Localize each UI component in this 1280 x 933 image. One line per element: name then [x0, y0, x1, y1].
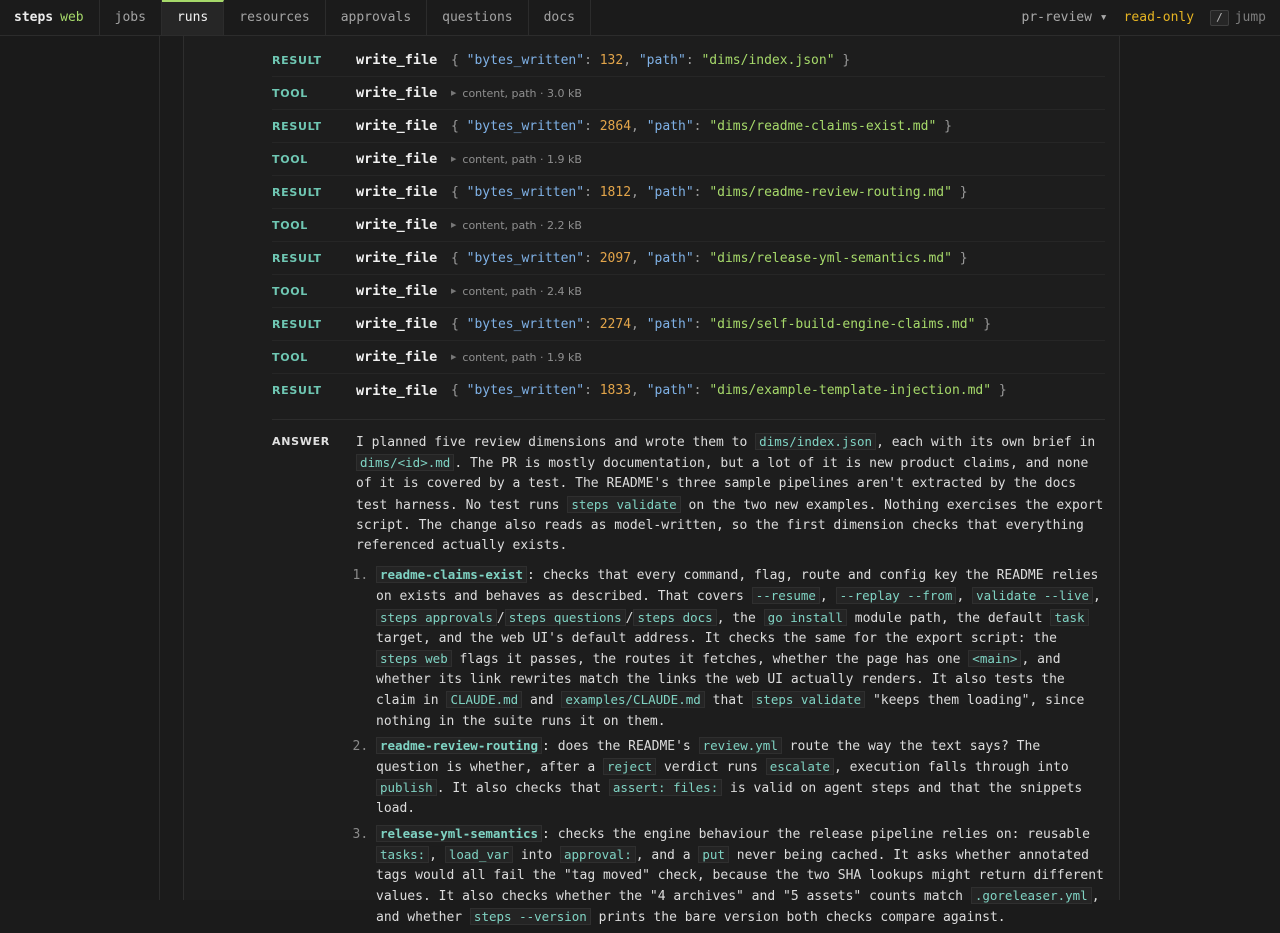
expand-triangle-icon[interactable]: ▶ [451, 353, 456, 361]
answer-block: ANSWER I planned five review dimensions … [272, 419, 1105, 933]
list-item: release-yml-semantics: checks the engine… [376, 824, 1105, 929]
result-json: { "bytes_written": 2864, "path": "dims/r… [451, 118, 952, 134]
brand-name: steps [14, 10, 54, 25]
tool-label: TOOL [272, 284, 309, 298]
top-nav-bar: steps web jobs runs resources approvals … [0, 0, 1280, 36]
result-label: RESULT [272, 384, 322, 397]
result-row: RESULT write_file { "bytes_written": 286… [272, 110, 1105, 143]
expand-triangle-icon[interactable]: ▶ [451, 287, 456, 295]
result-label: RESULT [272, 119, 322, 133]
dimension-list: readme-claims-exist: checks that every c… [356, 565, 1105, 928]
answer-label: ANSWER [272, 435, 330, 448]
expand-triangle-icon[interactable]: ▶ [451, 89, 456, 97]
function-name: write_file [356, 184, 438, 200]
function-name: write_file [356, 118, 438, 134]
function-name: write_file [356, 52, 438, 68]
result-row: RESULT write_file { "bytes_written": 183… [272, 374, 1105, 407]
tool-label: TOOL [272, 350, 309, 364]
result-label: RESULT [272, 185, 322, 199]
result-json: { "bytes_written": 2097, "path": "dims/r… [451, 250, 968, 266]
result-label: RESULT [272, 317, 322, 331]
tool-row[interactable]: TOOL write_file ▶ content, path · 1.9 kB [272, 143, 1105, 176]
list-item: readme-review-routing: does the README's… [376, 736, 1105, 820]
result-row: RESULT write_file { "bytes_written": 132… [272, 44, 1105, 77]
tab-approvals[interactable]: approvals [326, 0, 428, 35]
tool-label: TOOL [272, 86, 309, 100]
tool-row[interactable]: TOOL write_file ▶ content, path · 1.9 kB [272, 341, 1105, 374]
left-gutter [0, 36, 160, 900]
tab-jobs[interactable]: jobs [100, 0, 162, 35]
args-summary[interactable]: ▶ content, path · 2.4 kB [451, 285, 582, 298]
function-name: write_file [356, 283, 438, 299]
jump-shortcut-key: / [1210, 9, 1229, 26]
tab-questions[interactable]: questions [427, 0, 529, 35]
args-summary[interactable]: ▶ content, path · 2.2 kB [451, 219, 582, 232]
tool-call-list: RESULT write_file { "bytes_written": 132… [272, 44, 1105, 407]
result-json: { "bytes_written": 132, "path": "dims/in… [451, 52, 851, 68]
jump-button[interactable]: / jump [1210, 9, 1266, 26]
function-name: write_file [356, 382, 438, 399]
args-summary[interactable]: ▶ content, path · 1.9 kB [451, 351, 582, 364]
result-label: RESULT [272, 53, 322, 67]
args-summary[interactable]: ▶ content, path · 3.0 kB [451, 87, 582, 100]
result-row: RESULT write_file { "bytes_written": 181… [272, 176, 1105, 209]
project-selector[interactable]: pr-review ▾ [1022, 10, 1108, 25]
tool-row[interactable]: TOOL write_file ▶ content, path · 3.0 kB [272, 77, 1105, 110]
expand-triangle-icon[interactable]: ▶ [451, 155, 456, 163]
expand-triangle-icon[interactable]: ▶ [451, 221, 456, 229]
tool-row[interactable]: TOOL write_file ▶ content, path · 2.4 kB [272, 275, 1105, 308]
list-item: readme-claims-exist: checks that every c… [376, 565, 1105, 732]
result-json: { "bytes_written": 1812, "path": "dims/r… [451, 184, 968, 200]
brand-sub: web [60, 10, 84, 25]
args-summary[interactable]: ▶ content, path · 1.9 kB [451, 153, 582, 166]
tool-row[interactable]: TOOL write_file ▶ content, path · 2.2 kB [272, 209, 1105, 242]
brand-logo[interactable]: steps web [0, 0, 100, 35]
function-name: write_file [356, 349, 438, 365]
tab-runs[interactable]: runs [161, 0, 225, 35]
function-name: write_file [356, 250, 438, 266]
function-name: write_file [356, 217, 438, 233]
result-row: RESULT write_file { "bytes_written": 209… [272, 242, 1105, 275]
jump-label: jump [1234, 10, 1266, 25]
result-label: RESULT [272, 251, 322, 265]
tab-resources[interactable]: resources [224, 0, 326, 35]
function-name: write_file [356, 316, 438, 332]
result-json: { "bytes_written": 2274, "path": "dims/s… [451, 316, 992, 332]
result-json: { "bytes_written": 1833, "path": "dims/e… [451, 383, 1007, 398]
tool-label: TOOL [272, 152, 309, 166]
result-row: RESULT write_file { "bytes_written": 227… [272, 308, 1105, 341]
function-name: write_file [356, 151, 438, 167]
answer-body: I planned five review dimensions and wro… [356, 432, 1105, 933]
read-only-badge: read-only [1123, 10, 1195, 25]
tab-docs[interactable]: docs [529, 0, 591, 35]
answer-intro: I planned five review dimensions and wro… [356, 433, 1104, 554]
tool-label: TOOL [272, 218, 309, 232]
function-name: write_file [356, 85, 438, 101]
